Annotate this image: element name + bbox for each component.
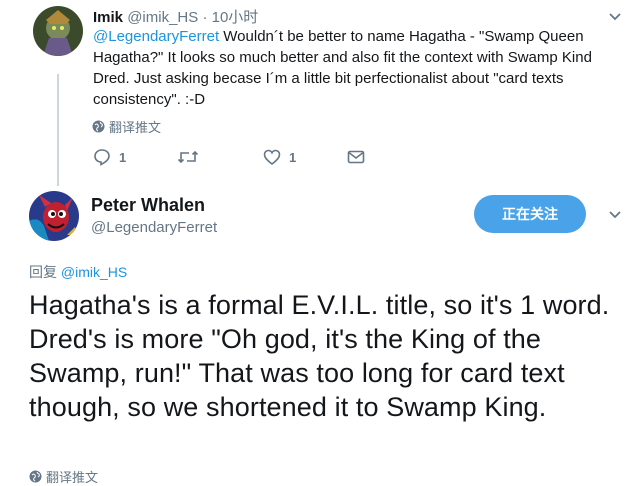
like-icon [263, 149, 281, 166]
separator-dot: · [202, 9, 208, 26]
tweet1-author-handle[interactable]: @imik_HS [127, 9, 198, 26]
reply-prefix: 回复 [29, 264, 61, 280]
tweet1-timestamp[interactable]: 10小时 [212, 9, 259, 26]
translate-label: 翻译推文 [109, 120, 162, 135]
like-count: 1 [289, 149, 297, 165]
following-button[interactable]: 正在关注 [474, 195, 586, 233]
translate-label: 翻译推文 [46, 470, 99, 485]
globe-icon [29, 470, 42, 483]
thread-line [57, 74, 59, 186]
tweet2-text: Hagatha's is a formal E.V.I.L. title, so… [29, 290, 610, 422]
message-icon [347, 150, 365, 164]
tweet1-text: @LegendaryFerret Wouldn´t be better to n… [93, 26, 613, 110]
avatar-imik[interactable] [33, 6, 83, 56]
like-button[interactable]: 1 [263, 148, 296, 166]
direct-message-button[interactable] [347, 148, 365, 166]
retweet-button[interactable] [177, 148, 199, 166]
avatar-peter-whalen[interactable] [29, 191, 79, 241]
tweet2-author-name[interactable]: Peter Whalen [91, 195, 205, 216]
tweet2-author-handle[interactable]: @LegendaryFerret [91, 219, 217, 236]
reply-count: 1 [119, 149, 127, 165]
chevron-down-icon[interactable] [608, 10, 622, 24]
translate-tweet1[interactable]: 翻译推文 [92, 117, 161, 136]
translate-tweet2[interactable]: 翻译推文 [29, 467, 98, 486]
tweet1-header: Imik @imik_HS · 10小时 [93, 6, 258, 27]
retweet-icon [177, 150, 199, 164]
reply-button[interactable]: 1 [93, 148, 126, 166]
chevron-down-icon[interactable] [608, 208, 622, 222]
globe-icon [92, 120, 105, 133]
reply-icon [94, 149, 110, 166]
reply-mention[interactable]: @imik_HS [61, 264, 127, 280]
tweet1-actions: 1 1 [93, 148, 393, 168]
replying-to: 回复 @imik_HS [29, 262, 127, 282]
tweet1-mention[interactable]: @LegendaryFerret [93, 28, 219, 45]
tweet1-author-name[interactable]: Imik [93, 9, 123, 26]
